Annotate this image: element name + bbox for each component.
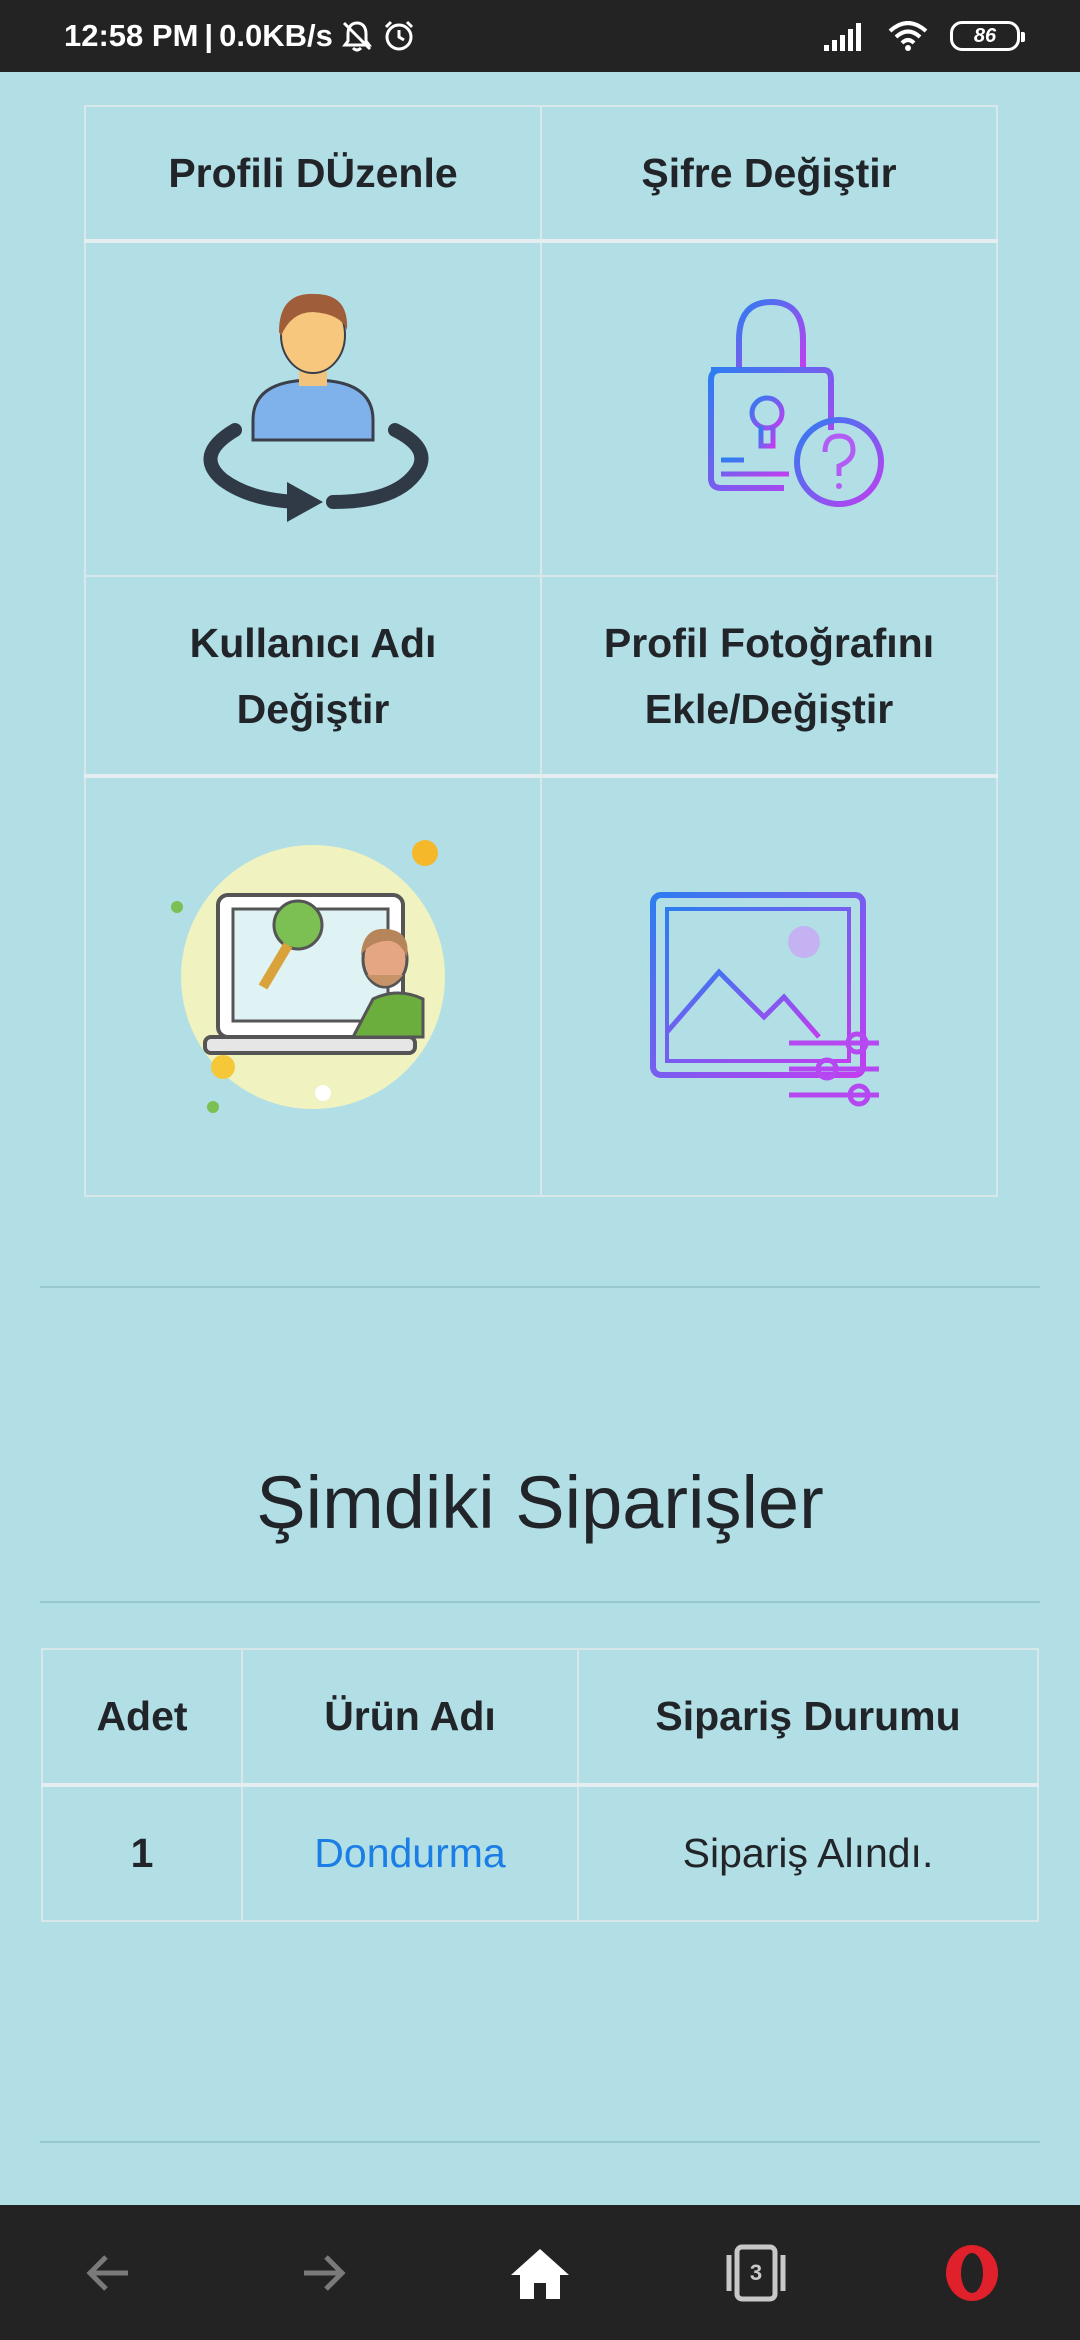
order-quantity: 1 — [41, 1783, 243, 1922]
column-header-quantity: Adet — [41, 1648, 243, 1786]
current-orders-title: Şimdiki Siparişler — [256, 1461, 824, 1544]
edit-profile-label[interactable]: Profili DÜzenle — [84, 105, 542, 242]
divider — [40, 1601, 1040, 1603]
profile-menu-grid: Profili DÜzenle Şifre Değiştir Kullanıcı… — [84, 105, 998, 1197]
order-product-cell: Dondurma — [241, 1783, 579, 1922]
back-button[interactable] — [58, 2223, 158, 2323]
tabs-button[interactable]: 3 — [706, 2223, 806, 2323]
change-username-line2: Değiştir — [236, 685, 390, 732]
divider — [40, 1286, 1040, 1288]
opera-icon — [946, 2244, 998, 2301]
divider — [40, 2141, 1040, 2143]
profile-photo-label[interactable]: Profil Fotoğrafını Ekle/Değiştir — [540, 575, 998, 777]
status-separator: | — [204, 18, 214, 53]
home-icon — [511, 2248, 569, 2299]
image-settings-icon[interactable] — [649, 847, 889, 1107]
back-arrow-icon — [86, 2254, 128, 2291]
browser-bottom-nav: 3 — [0, 2205, 1080, 2340]
status-speed: 0.0KB/s — [219, 18, 333, 53]
orders-table: Adet Ürün Adı Sipariş Durumu 1 Dondurma … — [41, 1648, 1039, 1922]
battery-icon: 86 — [950, 21, 1025, 51]
battery-level: 86 — [973, 24, 997, 47]
status-time: 12:58 PM — [64, 18, 199, 53]
order-product-link[interactable]: Dondurma — [314, 1830, 505, 1876]
profile-photo-cell[interactable] — [540, 774, 998, 1197]
column-header-product: Ürün Adı — [241, 1648, 579, 1786]
column-header-status: Sipariş Durumu — [577, 1648, 1039, 1786]
wifi-icon — [888, 21, 928, 51]
profile-photo-line2: Ekle/Değiştir — [644, 685, 894, 732]
change-username-cell[interactable] — [84, 774, 542, 1197]
forward-arrow-icon — [304, 2254, 346, 2291]
edit-profile-cell[interactable] — [84, 239, 542, 577]
user-rotate-icon[interactable] — [183, 270, 443, 530]
change-password-cell[interactable] — [540, 239, 998, 577]
status-bar: 12:58 PM | 0.0KB/s 86 — [0, 0, 1080, 72]
tabs-count: 3 — [749, 2259, 763, 2285]
alarm-icon — [384, 20, 413, 51]
profile-photo-line1: Profil Fotoğrafını — [603, 619, 935, 666]
signal-icon — [824, 23, 861, 51]
change-username-label[interactable]: Kullanıcı Adı Değiştir — [84, 575, 542, 777]
order-status: Sipariş Alındı. — [577, 1783, 1039, 1922]
table-row: 1 Dondurma Sipariş Alındı. — [41, 1783, 1039, 1922]
change-password-label[interactable]: Şifre Değiştir — [540, 105, 998, 242]
mute-bell-icon — [341, 21, 372, 52]
change-username-line1: Kullanıcı Adı — [189, 619, 437, 666]
opera-menu-button[interactable] — [922, 2223, 1022, 2323]
laptop-user-icon[interactable] — [163, 827, 463, 1127]
forward-button[interactable] — [274, 2223, 374, 2323]
home-button[interactable] — [490, 2223, 590, 2323]
lock-question-icon[interactable] — [649, 280, 889, 520]
